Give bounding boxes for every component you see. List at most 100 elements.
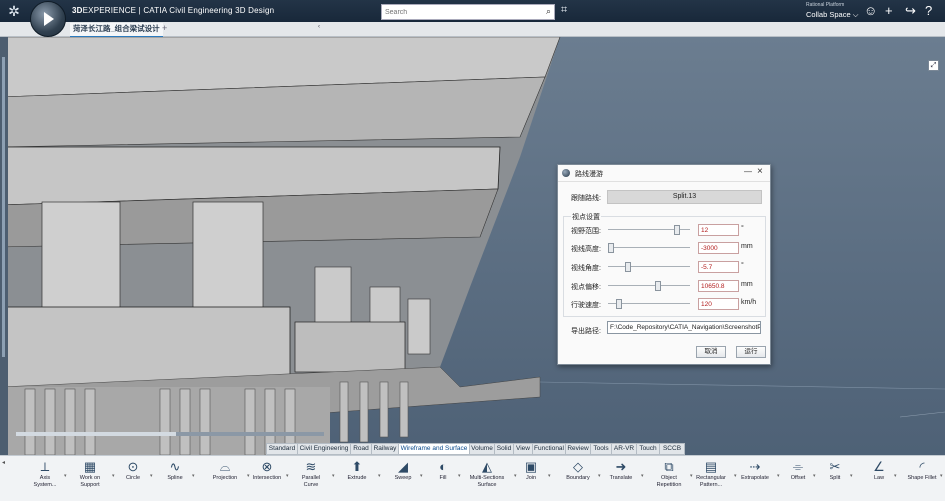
object-repetition-label: Object Repetition: [656, 475, 682, 488]
close-icon[interactable]: ×: [757, 166, 763, 177]
axis-system-icon: ⟂: [40, 459, 50, 474]
join-button[interactable]: ▣ Join: [516, 456, 546, 501]
workbench-tab-view[interactable]: View: [513, 443, 533, 455]
spline-button[interactable]: ∿ Spline: [160, 456, 190, 501]
eye-offset-slider[interactable]: [608, 281, 690, 291]
view-angle-input[interactable]: [698, 261, 739, 273]
3d-viewport[interactable]: ⤢: [0, 37, 945, 455]
speed-input[interactable]: [698, 298, 739, 310]
eye-offset-slider-thumb[interactable]: [654, 281, 661, 291]
expand-arrow-icon[interactable]: ▾: [894, 473, 897, 479]
fov-input[interactable]: [698, 224, 739, 236]
split-label: Split: [829, 475, 841, 481]
eye-height-input[interactable]: [698, 242, 739, 254]
workbench-tab-civil-engineering[interactable]: Civil Engineering: [297, 443, 351, 455]
expand-arrow-icon[interactable]: ▾: [332, 473, 335, 479]
expand-arrow-icon[interactable]: ▾: [150, 473, 153, 479]
compass-icon[interactable]: ✲: [4, 3, 24, 19]
add-icon[interactable]: +: [885, 3, 893, 18]
boundary-label: Boundary: [566, 475, 590, 481]
workbench-tab-railway[interactable]: Railway: [371, 443, 399, 455]
law-button[interactable]: ∠ Law: [866, 456, 892, 501]
expand-arrow-icon[interactable]: ▾: [777, 473, 780, 479]
chevron-left-icon[interactable]: ‹: [318, 24, 320, 30]
workbench-tab-solid[interactable]: Solid: [494, 443, 514, 455]
workbench-tab-volume[interactable]: Volume: [469, 443, 495, 455]
work-on-support-button[interactable]: ▦ Work on Support: [70, 456, 110, 501]
shape-fillet-button[interactable]: ◜ Shape Fillet: [906, 456, 938, 501]
expand-arrow-icon[interactable]: ▾: [112, 473, 115, 479]
fov-slider[interactable]: [608, 225, 690, 235]
boundary-button[interactable]: ◇ Boundary: [560, 456, 596, 501]
speed-slider-thumb[interactable]: [615, 299, 622, 309]
workbench-tab-functional[interactable]: Functional: [532, 443, 566, 455]
workbench-tab-wireframe-and-surface[interactable]: Wireframe and Surface: [398, 443, 470, 455]
share-icon[interactable]: ↪: [905, 3, 916, 19]
workbench-tab-sccb[interactable]: SCCB: [659, 443, 685, 455]
workbench-tab-ar-vr[interactable]: AR-VR: [611, 443, 637, 455]
axis-system-button[interactable]: ⟂ Axis System...: [28, 456, 62, 501]
expand-arrow-icon[interactable]: ▾: [378, 473, 381, 479]
workbench-tab-review[interactable]: Review: [565, 443, 591, 455]
intersection-button[interactable]: ⊗ Intersection: [250, 456, 284, 501]
rectangular-pattern-button[interactable]: ▤ Rectangular Pattern...: [690, 456, 732, 501]
run-button[interactable]: 运行: [736, 346, 766, 358]
eye-height-slider[interactable]: [608, 243, 690, 253]
offset-button[interactable]: ⌯ Offset: [785, 456, 811, 501]
expand-arrow-icon[interactable]: ▾: [64, 473, 67, 479]
projection-button[interactable]: ⌓ Projection: [205, 456, 245, 501]
user-icon[interactable]: ☺: [864, 3, 877, 18]
parallel-curve-button[interactable]: ≋ Parallel Curve: [292, 456, 330, 501]
view-angle-slider-thumb[interactable]: [625, 262, 632, 272]
expand-arrow-icon[interactable]: ▾: [598, 473, 601, 479]
workbench-tab-road[interactable]: Road: [350, 443, 372, 455]
search-input[interactable]: [385, 6, 535, 18]
expand-arrow-icon[interactable]: ▾: [813, 473, 816, 479]
dialog-title-bar[interactable]: 路线漫游 — ×: [558, 165, 770, 182]
minimize-icon[interactable]: —: [744, 167, 752, 176]
add-tab-icon[interactable]: +: [162, 23, 167, 33]
workbench-tab-touch[interactable]: Touch: [636, 443, 660, 455]
expand-arrow-icon[interactable]: ▾: [548, 473, 551, 479]
expand-arrow-icon[interactable]: ▾: [940, 473, 943, 479]
workbench-tab-standard[interactable]: Standard: [266, 443, 298, 455]
sweep-button[interactable]: ◢ Sweep: [388, 456, 418, 501]
speed-unit: km/h: [741, 299, 757, 306]
scrollbar-thumb[interactable]: [16, 432, 176, 436]
object-repetition-button[interactable]: ⧉ Object Repetition: [650, 456, 688, 501]
compass-play-button[interactable]: [30, 1, 66, 37]
tab-document[interactable]: 菏泽长江路_组合梁试设计: [70, 23, 163, 38]
expand-arrow-icon[interactable]: ▾: [420, 473, 423, 479]
view-angle-slider[interactable]: [608, 262, 690, 272]
workbench-tab-tools[interactable]: Tools: [590, 443, 612, 455]
circle-button[interactable]: ⊙ Circle: [118, 456, 148, 501]
multi-sections-surface-button[interactable]: ◭ Multi-Sections Surface: [462, 456, 512, 501]
horizontal-scrollbar[interactable]: [16, 432, 324, 436]
fill-button[interactable]: ◐ Fill: [430, 456, 456, 501]
eye-height-slider-thumb[interactable]: [608, 243, 614, 253]
expand-arrow-icon[interactable]: ▾: [286, 473, 289, 479]
search-icon[interactable]: ⌕: [546, 6, 551, 17]
chevron-left-icon[interactable]: ◂: [2, 459, 5, 466]
platform-label: Rational Platform: [806, 2, 845, 8]
eye-offset-input[interactable]: [698, 280, 739, 292]
expand-arrow-icon[interactable]: ▾: [458, 473, 461, 479]
collab-space-dropdown[interactable]: Collab Space ⌵: [806, 10, 858, 20]
extrapolate-button[interactable]: ⇢ Extrapolate: [735, 456, 775, 501]
export-path-input[interactable]: [607, 321, 761, 334]
search-box[interactable]: ⌕: [381, 4, 555, 20]
cancel-button[interactable]: 取消: [696, 346, 726, 358]
split-button[interactable]: ✂ Split: [822, 456, 848, 501]
fov-slider-thumb[interactable]: [673, 225, 680, 235]
expand-arrow-icon[interactable]: ▾: [850, 473, 853, 479]
extrude-button[interactable]: ⬆ Extrude: [338, 456, 376, 501]
expand-arrow-icon[interactable]: ▾: [641, 473, 644, 479]
expand-arrow-icon[interactable]: ▾: [192, 473, 195, 479]
join-icon: ▣: [524, 459, 538, 474]
help-icon[interactable]: ?: [925, 3, 932, 18]
fit-all-icon[interactable]: ⤢: [928, 60, 939, 71]
tag-icon[interactable]: ⌗: [561, 4, 567, 17]
translate-button[interactable]: ➜ Translate: [603, 456, 639, 501]
speed-slider[interactable]: [608, 299, 690, 309]
follow-route-field[interactable]: Split.13: [607, 190, 762, 204]
